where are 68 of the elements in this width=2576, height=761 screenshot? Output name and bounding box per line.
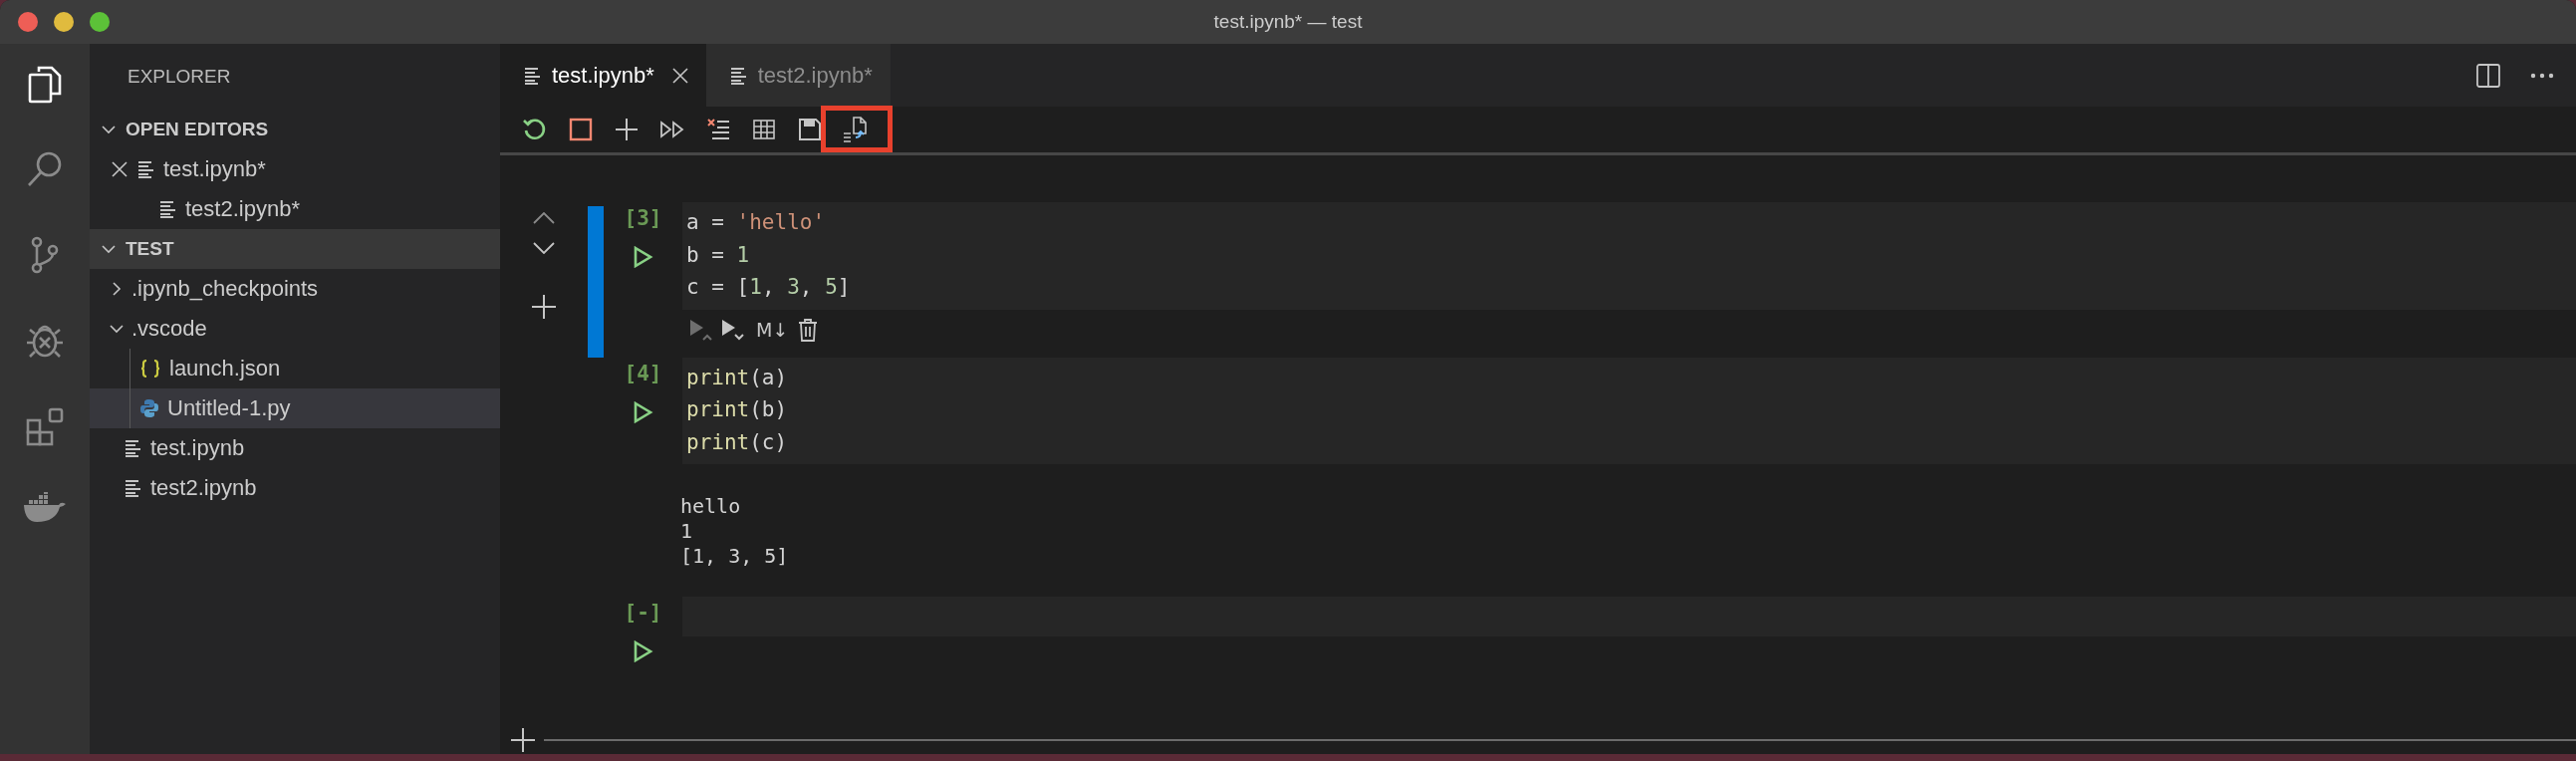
lines-icon <box>524 66 542 85</box>
editor-tab[interactable]: test.ipynb* <box>500 44 706 107</box>
stop-icon[interactable] <box>569 118 593 141</box>
run-all-icon[interactable] <box>659 120 685 139</box>
tree-item[interactable]: test2.ipynb <box>90 468 500 508</box>
code-input[interactable]: print(a) print(b) print(c) <box>682 357 2576 464</box>
code-line: print(c) <box>686 428 789 456</box>
split-editor-icon[interactable] <box>2476 63 2500 88</box>
zoom-window-button[interactable] <box>90 12 110 32</box>
markdown-button[interactable]: M↓ <box>752 318 793 341</box>
table-icon[interactable] <box>753 120 775 139</box>
minimize-window-button[interactable] <box>54 12 74 32</box>
execution-count: [4] <box>624 361 662 385</box>
lines-icon <box>159 200 177 218</box>
lines-icon <box>137 160 155 178</box>
tree-item[interactable]: .vscode <box>90 309 500 349</box>
run-icon[interactable] <box>633 400 653 423</box>
section-header[interactable]: TEST <box>90 229 500 269</box>
chevron-down-icon[interactable] <box>102 123 116 136</box>
section-header[interactable]: OPEN EDITORS <box>90 110 500 149</box>
code-line: a = 'hello' <box>686 209 827 236</box>
code-line: b = 1 <box>686 241 751 269</box>
trash-icon[interactable] <box>798 317 819 342</box>
sidebar-title: EXPLORER <box>127 65 232 89</box>
open-editor-item[interactable]: test.ipynb* <box>90 149 500 189</box>
open-editor-item[interactable]: test2.ipynb* <box>90 189 500 229</box>
chevron-down-icon[interactable] <box>533 242 555 254</box>
export-icon[interactable] <box>843 116 869 143</box>
tree-item[interactable]: test.ipynb <box>90 428 500 468</box>
extensions-icon[interactable] <box>25 406 65 446</box>
execution-count: [3] <box>624 206 662 230</box>
code-line: print(b) <box>686 396 789 423</box>
output-line: hello <box>680 494 742 519</box>
run-above-icon[interactable] <box>688 317 714 342</box>
run-below-icon[interactable] <box>720 317 746 342</box>
code-line: print(a) <box>686 364 789 391</box>
run-icon[interactable] <box>633 246 653 268</box>
plus-icon[interactable] <box>531 294 557 320</box>
close-icon[interactable] <box>112 161 128 177</box>
editor-tab[interactable]: test2.ipynb* <box>705 44 891 107</box>
docker-icon[interactable] <box>23 492 67 524</box>
lines-icon <box>125 479 142 497</box>
plus-icon[interactable] <box>615 118 639 141</box>
code-line: c = [1, 3, 5] <box>686 274 852 301</box>
code-input[interactable]: a = 'hello' b = 1 c = [1, 3, 5] <box>682 202 2576 310</box>
restart-icon[interactable] <box>522 117 548 142</box>
more-icon[interactable] <box>2530 72 2554 79</box>
execution-count: [-] <box>624 601 662 625</box>
chevron-down-icon[interactable] <box>110 322 124 336</box>
plus-icon[interactable] <box>510 727 536 753</box>
save-icon[interactable] <box>799 119 821 140</box>
braces-icon <box>139 359 161 379</box>
window-title: test.ipynb* — test <box>1213 11 1363 33</box>
lines-icon <box>125 439 142 457</box>
run-icon[interactable] <box>633 640 653 662</box>
chevron-up-icon[interactable] <box>533 212 555 224</box>
python-icon <box>139 398 159 418</box>
output-line: 1 <box>680 519 694 544</box>
clear-output-icon[interactable] <box>706 118 730 141</box>
highlight-box <box>821 106 893 152</box>
close-window-button[interactable] <box>18 12 38 32</box>
output-line: [1, 3, 5] <box>680 544 790 569</box>
close-icon[interactable] <box>671 67 688 84</box>
chevron-right-icon[interactable] <box>110 282 124 296</box>
tree-item[interactable]: Untitled-1.py <box>90 388 500 428</box>
chevron-down-icon[interactable] <box>102 242 116 256</box>
lines-icon <box>729 66 748 85</box>
tree-item[interactable]: .ipynb_checkpoints <box>90 269 500 309</box>
